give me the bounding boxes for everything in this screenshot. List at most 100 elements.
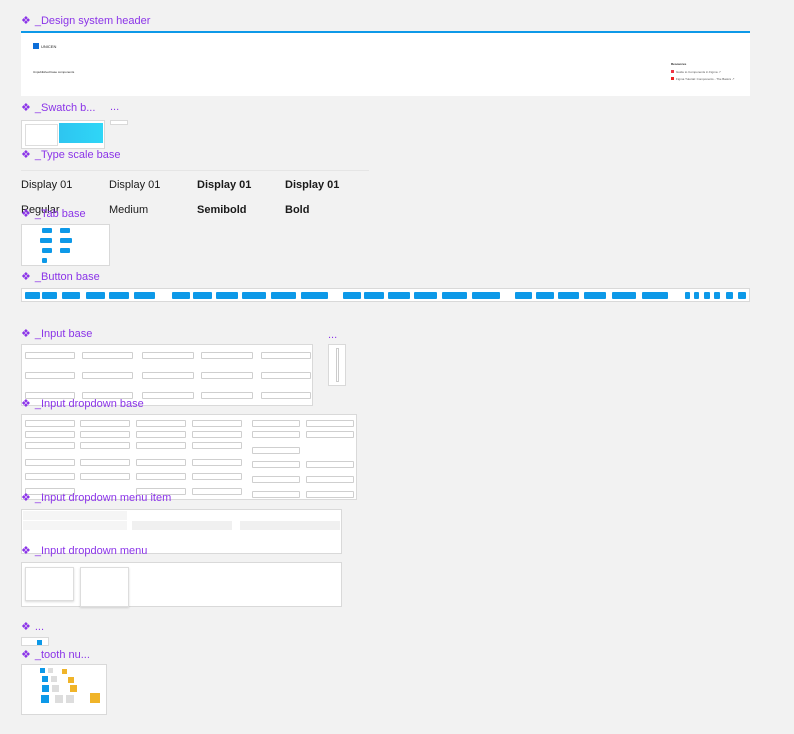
input-field[interactable]	[82, 372, 133, 379]
dropdown-field[interactable]	[192, 420, 242, 427]
frame-label-unnamed[interactable]: ❖ ...	[21, 620, 44, 634]
button-variant[interactable]	[42, 292, 57, 299]
tab-selected[interactable]	[42, 248, 52, 253]
frame-label-input-dropdown[interactable]: ❖ _Input dropdown base	[21, 397, 144, 411]
dropdown-field[interactable]	[25, 442, 75, 449]
button-variant[interactable]	[193, 292, 212, 299]
input-field[interactable]	[261, 392, 311, 399]
dropdown-field[interactable]	[25, 473, 75, 480]
dropdown-menu[interactable]	[25, 567, 74, 601]
input-field[interactable]	[142, 352, 194, 359]
dropdown-field[interactable]	[136, 442, 186, 449]
dropdown-field[interactable]	[192, 431, 242, 438]
dropdown-field[interactable]	[306, 431, 354, 438]
button-variant[interactable]	[364, 292, 384, 299]
dropdown-field[interactable]	[80, 420, 130, 427]
tooth-chip[interactable]	[41, 695, 49, 703]
dropdown-field[interactable]	[80, 431, 130, 438]
selected-chip[interactable]	[37, 640, 42, 645]
dropdown-field[interactable]	[252, 420, 300, 427]
dropdown-field[interactable]	[192, 488, 242, 495]
resource-link-2[interactable]: Figma Tutorial: Components - The Basics …	[676, 77, 734, 81]
button-variant[interactable]	[172, 292, 190, 299]
dropdown-field[interactable]	[252, 431, 300, 438]
dropdown-field[interactable]	[25, 459, 75, 466]
input-dropdown-frame[interactable]	[21, 414, 357, 500]
dropdown-field[interactable]	[136, 420, 186, 427]
button-variant[interactable]	[343, 292, 361, 299]
frame-label-tab[interactable]: ❖ _Tab base	[21, 207, 86, 221]
frame-label-swatch[interactable]: ❖ _Swatch b...	[21, 101, 95, 115]
icon-button[interactable]	[726, 292, 733, 299]
tooth-chip[interactable]	[55, 695, 63, 703]
button-variant[interactable]	[642, 292, 668, 299]
tooth-chip[interactable]	[90, 693, 100, 703]
frame-label-tooth[interactable]: ❖ _tooth nu...	[21, 648, 90, 662]
tooth-chip[interactable]	[66, 695, 74, 703]
button-variant[interactable]	[414, 292, 437, 299]
dropdown-field[interactable]	[252, 461, 300, 468]
input-field[interactable]	[201, 372, 253, 379]
dropdown-field[interactable]	[25, 420, 75, 427]
tooth-number-frame[interactable]	[21, 664, 107, 715]
dropdown-field[interactable]	[306, 491, 354, 498]
button-variant[interactable]	[109, 292, 129, 299]
tab-selected[interactable]	[60, 238, 72, 243]
button-variant[interactable]	[134, 292, 155, 299]
menu-item-hover[interactable]	[240, 521, 340, 530]
dropdown-field[interactable]	[192, 442, 242, 449]
tooth-chip[interactable]	[51, 676, 57, 682]
button-variant[interactable]	[515, 292, 532, 299]
frame-label-dropdown-menu[interactable]: ❖ _Input dropdown menu	[21, 544, 147, 558]
tab-selected[interactable]	[40, 238, 52, 243]
input-field[interactable]	[25, 352, 75, 359]
button-variant[interactable]	[216, 292, 238, 299]
dropdown-field[interactable]	[136, 459, 186, 466]
button-variant[interactable]	[612, 292, 636, 299]
tab-selected[interactable]	[60, 248, 70, 253]
dropdown-menu-frame[interactable]	[21, 562, 342, 607]
tooth-chip[interactable]	[48, 668, 53, 673]
dropdown-field[interactable]	[80, 473, 130, 480]
frame-label-header[interactable]: ❖ _Design system header	[21, 14, 150, 28]
tooth-chip[interactable]	[52, 685, 59, 692]
dropdown-field[interactable]	[80, 459, 130, 466]
button-variant[interactable]	[388, 292, 410, 299]
dropdown-field[interactable]	[80, 442, 130, 449]
input-field[interactable]	[201, 392, 253, 399]
swatch-frame[interactable]	[21, 120, 105, 149]
icon-button[interactable]	[738, 292, 746, 299]
button-variant[interactable]	[301, 292, 328, 299]
unnamed-frame[interactable]	[21, 637, 49, 646]
button-frame[interactable]	[21, 288, 750, 302]
icon-button[interactable]	[704, 292, 710, 299]
input-variant[interactable]	[328, 344, 346, 386]
header-frame[interactable]: UNICEN Unpublished base components Resou…	[21, 31, 750, 96]
input-field[interactable]	[82, 352, 133, 359]
input-field[interactable]	[261, 372, 311, 379]
more-frames-indicator[interactable]: ...	[110, 101, 119, 113]
dropdown-field[interactable]	[252, 447, 300, 454]
resource-link-1[interactable]: Guide to Components in Figma ↗	[676, 70, 721, 74]
button-variant[interactable]	[86, 292, 105, 299]
dropdown-field[interactable]	[252, 491, 300, 498]
icon-button[interactable]	[694, 292, 699, 299]
frame-label-input[interactable]: ❖ _Input base	[21, 327, 92, 341]
dropdown-field[interactable]	[136, 431, 186, 438]
menu-item-hover[interactable]	[23, 521, 127, 530]
tab-frame[interactable]	[21, 224, 110, 266]
dropdown-field[interactable]	[25, 431, 75, 438]
tab-selected[interactable]	[42, 258, 47, 263]
dropdown-field[interactable]	[306, 476, 354, 483]
button-variant[interactable]	[558, 292, 579, 299]
input-field[interactable]	[142, 392, 194, 399]
dropdown-field[interactable]	[306, 420, 354, 427]
button-variant[interactable]	[62, 292, 80, 299]
button-variant[interactable]	[242, 292, 266, 299]
tooth-chip[interactable]	[40, 668, 45, 673]
tooth-chip[interactable]	[42, 676, 48, 682]
tooth-chip[interactable]	[68, 677, 74, 683]
tooth-chip[interactable]	[70, 685, 77, 692]
button-variant[interactable]	[271, 292, 296, 299]
button-variant[interactable]	[584, 292, 606, 299]
